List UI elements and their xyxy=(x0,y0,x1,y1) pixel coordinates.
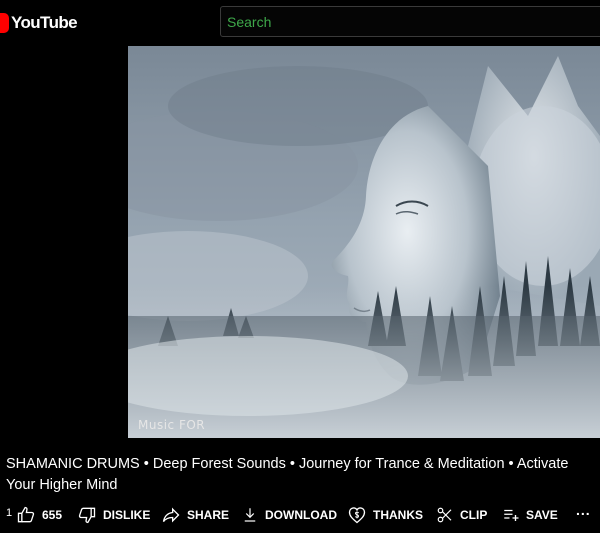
like-button[interactable]: 655 xyxy=(16,505,62,525)
search-input[interactable] xyxy=(221,7,600,36)
youtube-logo[interactable]: YouTube xyxy=(0,12,78,34)
search-box[interactable] xyxy=(220,6,600,37)
thanks-button[interactable]: THANKS xyxy=(347,505,423,525)
save-label: SAVE xyxy=(526,508,558,522)
video-title: SHAMANIC DRUMS • Deep Forest Sounds • Jo… xyxy=(6,456,569,493)
video-player[interactable]: Music FOR xyxy=(128,46,600,438)
save-button[interactable]: SAVE xyxy=(502,505,558,525)
top-bar: YouTube xyxy=(0,0,600,44)
download-arrow-icon xyxy=(241,505,259,525)
clip-button[interactable]: CLIP xyxy=(436,505,487,525)
clip-label: CLIP xyxy=(460,508,488,522)
share-arrow-icon xyxy=(161,505,181,525)
thumbs-down-icon xyxy=(77,505,97,525)
video-watermark: Music FOR xyxy=(138,418,206,432)
playlist-add-icon xyxy=(502,505,520,525)
like-count: 655 xyxy=(42,508,63,522)
youtube-play-icon xyxy=(0,13,9,33)
download-button[interactable]: DOWNLOAD xyxy=(241,505,337,525)
share-button[interactable]: SHARE xyxy=(161,505,229,525)
dislike-button[interactable]: DISLIKE xyxy=(77,505,150,525)
share-label: SHARE xyxy=(187,508,230,522)
more-actions-button[interactable]: ... xyxy=(576,502,591,518)
action-bar: 1 655 DISLIKE SHARE DOWNLOAD THANKS CLIP… xyxy=(0,502,600,528)
thumbs-up-icon xyxy=(16,505,36,525)
video-thumbnail xyxy=(128,46,600,438)
more-horizontal-icon: ... xyxy=(576,502,591,518)
thanks-heart-icon xyxy=(347,505,367,525)
logo-text: YouTube xyxy=(11,13,78,32)
scissors-icon xyxy=(436,505,454,525)
download-label: DOWNLOAD xyxy=(265,508,337,522)
dislike-label: DISLIKE xyxy=(103,508,151,522)
prefix-number: 1 xyxy=(6,507,13,519)
thanks-label: THANKS xyxy=(373,508,423,522)
